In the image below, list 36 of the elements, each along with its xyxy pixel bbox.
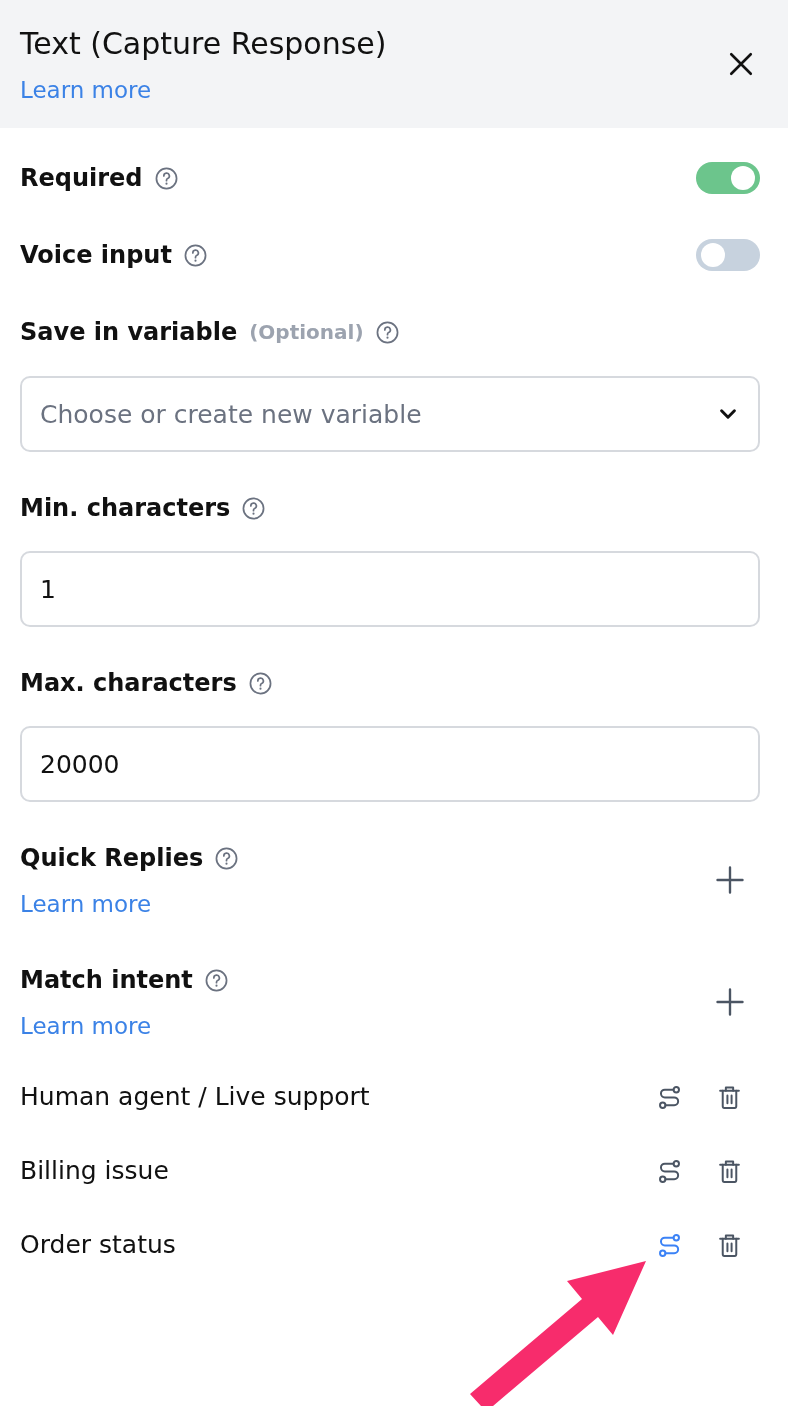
help-icon	[248, 671, 272, 695]
help-icon	[154, 166, 178, 190]
toggle-switch[interactable]	[696, 162, 760, 194]
input-field[interactable]: 20000	[20, 726, 760, 802]
section-label: Quick Replies	[20, 843, 204, 874]
close-icon[interactable]	[728, 51, 754, 77]
learn-more-link[interactable]: Learn more	[20, 73, 152, 107]
plus-icon[interactable]	[715, 864, 745, 895]
trash-icon[interactable]	[717, 1158, 742, 1184]
optional-note: (Optional)	[249, 319, 364, 346]
variable-select[interactable]: Choose or create new variable	[20, 376, 760, 452]
field-label: Save in variable	[20, 317, 238, 348]
toggle-switch[interactable]	[696, 239, 760, 271]
help-icon	[242, 496, 266, 520]
section-label: Match intent	[20, 965, 193, 996]
help-icon	[375, 320, 399, 344]
help-icon	[204, 968, 228, 992]
route-icon[interactable]	[657, 1084, 682, 1110]
field-label: Max. characters	[20, 668, 237, 699]
plus-icon[interactable]	[715, 986, 745, 1017]
route-icon[interactable]	[657, 1232, 682, 1258]
input-field[interactable]: 1	[20, 551, 760, 627]
trash-icon[interactable]	[717, 1232, 742, 1258]
field-label: Voice input	[20, 240, 172, 271]
help-icon	[215, 846, 239, 870]
trash-icon[interactable]	[717, 1084, 742, 1110]
field-label: Required	[20, 163, 143, 194]
intent-name: Order status	[20, 1229, 176, 1261]
learn-more-link[interactable]: Learn more	[20, 1009, 152, 1043]
help-icon	[183, 243, 207, 267]
learn-more-link[interactable]: Learn more	[20, 887, 152, 921]
route-icon[interactable]	[657, 1158, 682, 1184]
panel-title: Text (Capture Response)	[20, 25, 387, 63]
intent-name: Billing issue	[20, 1155, 169, 1187]
field-label: Min. characters	[20, 493, 231, 524]
intent-name: Human agent / Live support	[20, 1081, 370, 1113]
